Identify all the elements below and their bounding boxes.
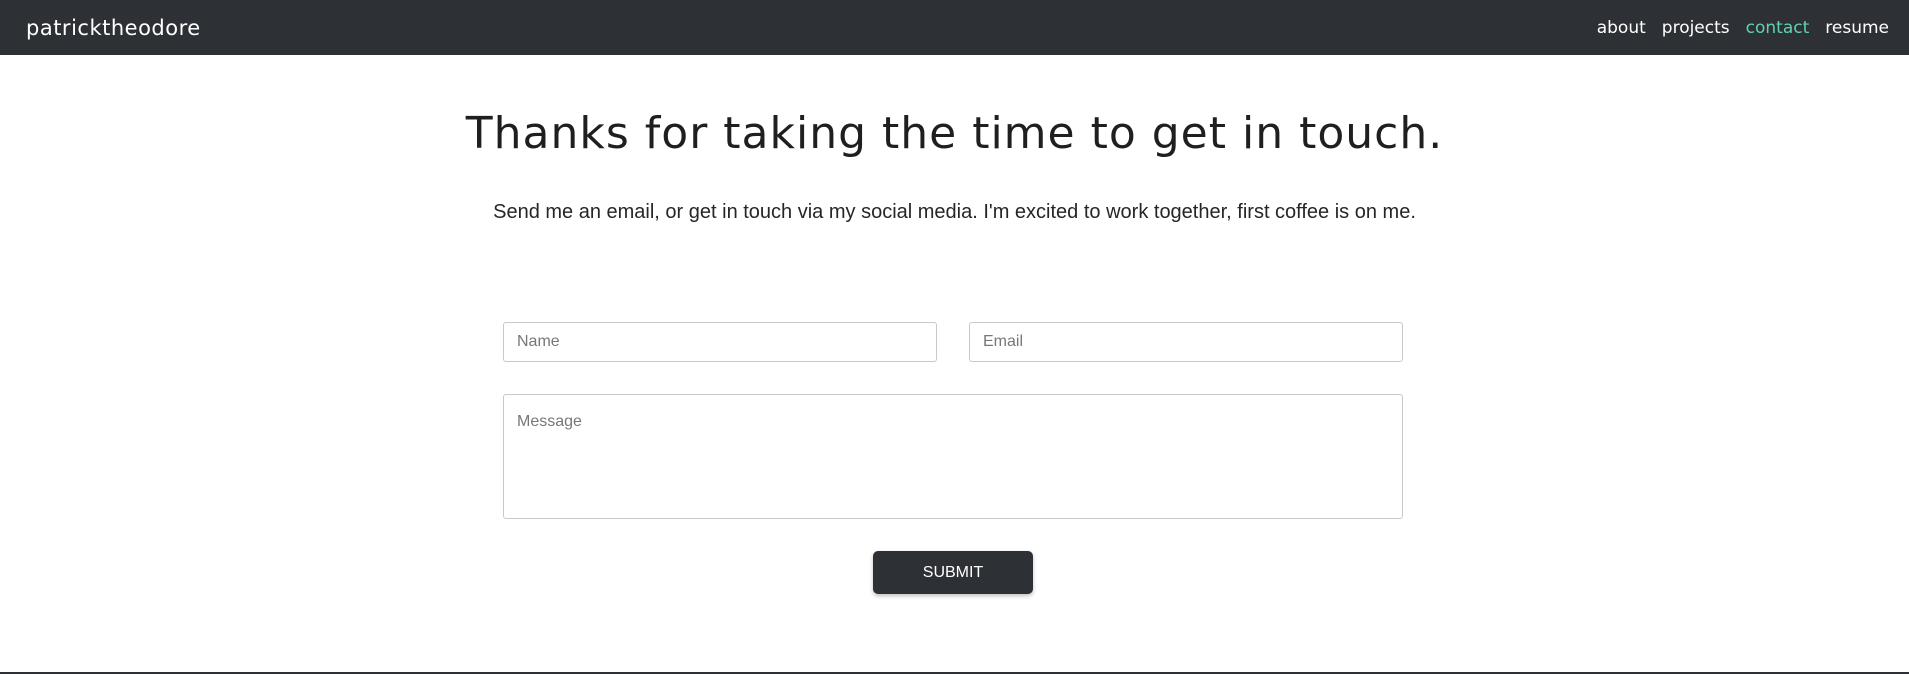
submit-button[interactable]: SUBMIT — [873, 551, 1033, 594]
page-title: Thanks for taking the time to get in tou… — [465, 108, 1444, 159]
nav-links: about projects contact resume — [1597, 18, 1889, 38]
brand-logo[interactable]: patricktheodore — [26, 16, 201, 40]
navbar: patricktheodore about projects contact r… — [0, 0, 1909, 55]
nav-link-contact[interactable]: contact — [1746, 18, 1810, 38]
name-field[interactable] — [503, 322, 937, 362]
message-field[interactable] — [503, 394, 1403, 519]
email-field[interactable] — [969, 322, 1403, 362]
nav-link-resume[interactable]: resume — [1825, 18, 1889, 38]
nav-link-projects[interactable]: projects — [1662, 18, 1730, 38]
nav-link-about[interactable]: about — [1597, 18, 1646, 38]
page-subtitle: Send me an email, or get in touch via my… — [493, 201, 1416, 223]
